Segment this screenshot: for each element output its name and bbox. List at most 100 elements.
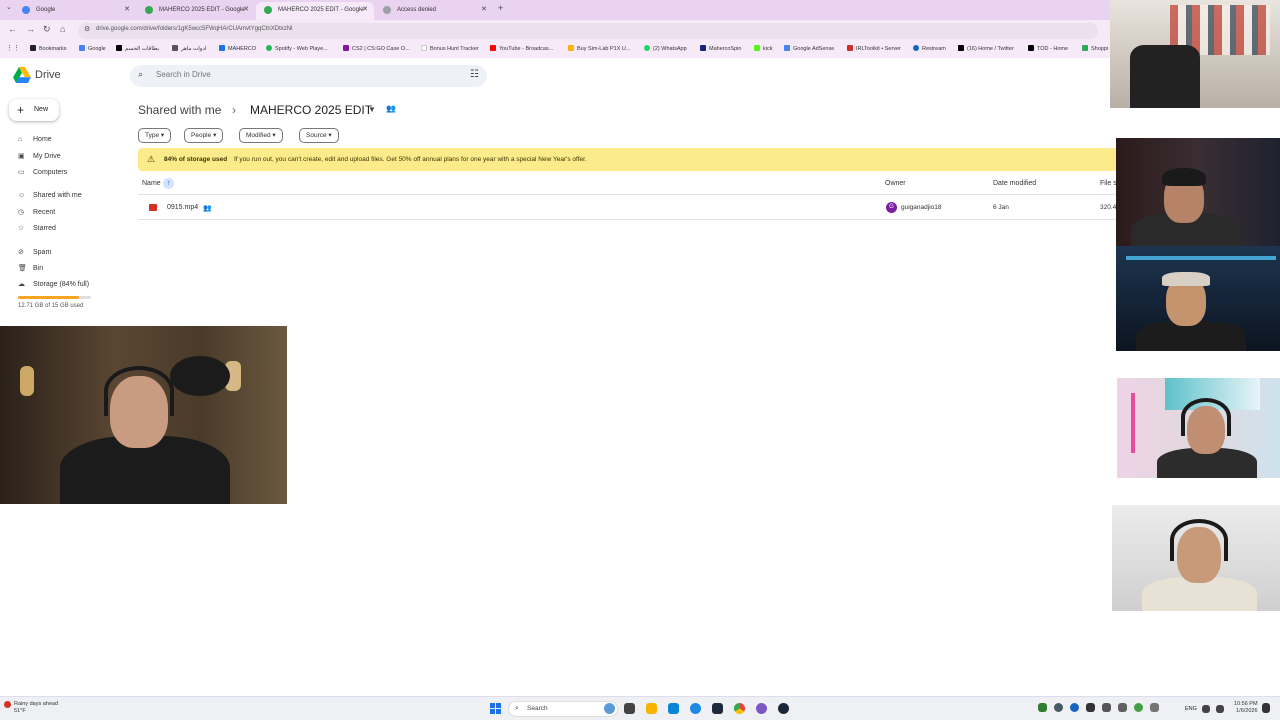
sidebar-item-storage[interactable]: ☁ Storage (84% full) [18,280,89,288]
apps-icon[interactable]: ⋮⋮ [6,44,20,52]
close-tab-icon[interactable]: ✕ [243,2,249,18]
tab-access-denied[interactable]: Access denied ✕ [375,2,493,20]
bookmark-item[interactable]: Google AdSense [784,45,834,52]
tray-app-icon[interactable] [1102,703,1111,712]
bookmark-item[interactable]: Bookmarks [30,45,67,52]
new-tab-button[interactable]: + [498,3,503,13]
bookmark-label: Bonus Hunt Tracker [430,46,479,52]
task-view-icon[interactable] [624,703,635,714]
bookmark-item[interactable]: MahercoSpin [700,45,741,52]
volume-icon[interactable] [1216,705,1224,713]
filter-source[interactable]: Source ▾ [299,128,339,143]
banner-text[interactable]: If you run out, you can't create, edit a… [234,148,587,171]
bookmark-item[interactable]: Buy Sim-Lab P1X U... [568,45,631,52]
drive-logo-icon[interactable] [13,67,31,83]
taskbar-clock[interactable]: 10:56 PM 1/6/2026 [1234,701,1258,715]
sidebar-item-spam[interactable]: ⊘ Spam [18,248,51,256]
bookmark-item[interactable]: (16) Home / Twitter [958,45,1014,52]
bookmark-item[interactable]: IRLToolkit • Server [847,45,901,52]
filter-type[interactable]: Type ▾ [138,128,172,143]
bookmark-item[interactable]: Shoppi [1082,45,1108,52]
sidebar-item-computers[interactable]: ▭ Computers [18,168,67,176]
wifi-icon[interactable] [1202,705,1210,713]
filter-modified[interactable]: Modified ▾ [239,128,283,143]
search-icon[interactable]: ⌕ [138,69,143,80]
bookmark-item[interactable]: Bonus Hunt Tracker [421,45,479,52]
steam-icon[interactable] [778,703,789,714]
app-icon[interactable] [712,703,723,714]
bookmark-item[interactable]: MAHERCO [219,45,256,52]
spam-icon: ⊘ [18,249,24,256]
breadcrumb-current-folder[interactable]: MAHERCO 2025 EDIT [250,103,372,117]
close-tab-icon[interactable]: ✕ [481,2,487,18]
tray-app-icon[interactable] [1038,703,1047,712]
widget-app-icon[interactable] [604,703,615,714]
notification-icon[interactable] [1262,703,1270,713]
sidebar-item-bin[interactable]: 🗑 Bin [18,264,43,272]
tray-app-icon[interactable] [1150,703,1159,712]
tab-maherco-edit-2[interactable]: MAHERCO 2025 EDIT - Google ✕ [256,2,374,20]
language-indicator[interactable]: ENG [1185,706,1197,712]
bookmark-label: Google [88,46,106,52]
column-owner[interactable]: Owner [885,180,906,187]
sidebar-item-starred[interactable]: ☆ Starred [18,224,56,232]
shared-folder-icon[interactable]: 👥 [386,104,396,113]
reload-icon[interactable]: ↻ [43,24,51,35]
bookmark-item[interactable]: Spotify - Web Playe... [266,45,328,52]
search-icon: ⌕ [515,705,519,712]
caret-down-icon[interactable]: ▼ [368,105,376,114]
bookmark-item[interactable]: kick [754,45,772,52]
tray-app-icon[interactable] [1134,703,1143,712]
file-name[interactable]: 0915.mp4 [167,204,198,211]
sidebar-item-my-drive[interactable]: ▣ My Drive [18,152,61,160]
chrome-icon[interactable] [734,703,745,714]
app-icon[interactable] [756,703,767,714]
weather-widget[interactable]: Rainy days ahead 51°F [14,701,58,715]
column-date-modified[interactable]: Date modified [993,180,1036,187]
weather-icon[interactable] [4,701,11,708]
close-tab-icon[interactable]: ✕ [124,2,130,18]
tab-google[interactable]: Google ✕ [14,2,136,20]
new-button[interactable]: + New [9,99,59,121]
sidebar-item-home[interactable]: ⌂ Home [18,136,52,143]
bookmark-item[interactable]: YouTube - Broadcas... [490,45,553,52]
windows-start-icon[interactable] [490,703,501,714]
url-text[interactable]: drive.google.com/drive/folders/1gK5wcc5F… [96,26,292,32]
taskbar-search[interactable]: ⌕ Search [508,701,618,717]
bookmark-item[interactable]: Google [79,45,106,52]
tray-app-icon[interactable] [1054,703,1063,712]
store-icon[interactable] [668,703,679,714]
sidebar-item-shared-with-me[interactable]: ☺ Shared with me [18,192,82,199]
tray-app-icon[interactable] [1070,703,1079,712]
bookmark-item[interactable]: TOD - Home [1028,45,1068,52]
search-options-icon[interactable]: ☷ [470,69,479,80]
edge-icon[interactable] [690,703,701,714]
sort-arrow-up-icon[interactable]: ↑ [163,178,174,189]
bookmark-item[interactable]: CS2 | CS:GO Case O... [343,45,410,52]
bookmark-item[interactable]: (2) WhatsApp [644,45,687,52]
filter-label: Source [306,132,327,139]
breadcrumb-shared-with-me[interactable]: Shared with me [138,103,221,117]
address-bar[interactable]: ⚙ drive.google.com/drive/folders/1gK5wcc… [78,23,1098,39]
search-input[interactable] [156,70,456,79]
forward-icon[interactable]: → [26,24,35,34]
tab-maherco-edit-1[interactable]: MAHERCO 2025 EDIT - Google ✕ [137,2,255,20]
filter-people[interactable]: People ▾ [184,128,224,143]
bookmark-icon [1082,45,1088,51]
sidebar-item-recent[interactable]: ◷ Recent [18,208,55,216]
bookmark-item[interactable]: بطاقات الحسم [116,45,159,52]
tab-search-icon[interactable]: ⌄ [6,3,12,11]
close-tab-icon[interactable]: ✕ [362,2,368,18]
tray-app-icon[interactable] [1118,703,1127,712]
back-icon[interactable]: ← [8,24,17,34]
search-bar[interactable]: ⌕ ☷ [130,65,487,87]
file-explorer-icon[interactable] [646,703,657,714]
whatsapp-icon [644,45,650,51]
home-icon[interactable]: ⌂ [60,24,65,34]
site-info-icon[interactable]: ⚙ [84,25,90,33]
column-file-size[interactable]: File s [1100,180,1117,187]
bookmark-item[interactable]: ادوات ماهر [172,45,206,52]
column-name[interactable]: Name [142,180,161,187]
tray-app-icon[interactable] [1086,703,1095,712]
bookmark-item[interactable]: Restream [913,45,946,52]
